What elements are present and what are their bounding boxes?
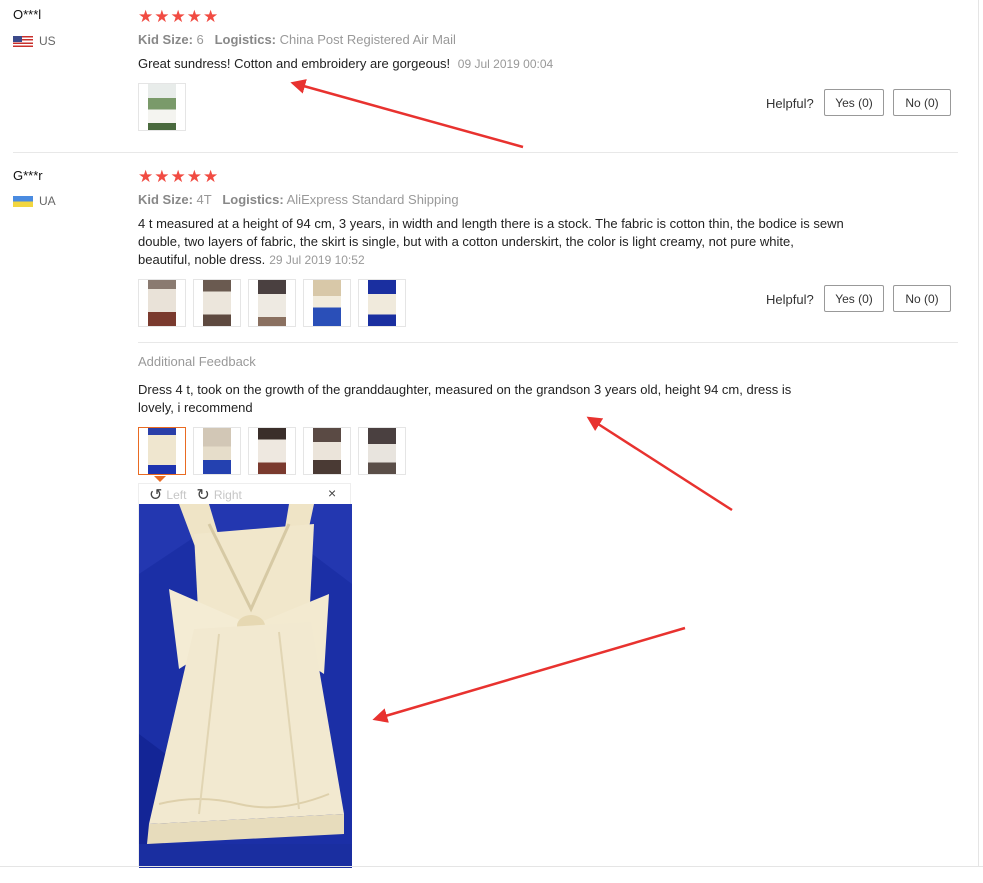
country-code: US	[39, 34, 56, 48]
additional-feedback-text: Dress 4 t, took on the growth of the gra…	[138, 381, 838, 417]
star-icon: ★	[154, 167, 170, 186]
logistics-label: Logistics:	[214, 32, 277, 47]
photo-image	[203, 428, 231, 474]
review-body: Great sundress! Cotton and embroidery ar…	[138, 55, 553, 73]
feedback-text-line: Dress 4 t, took on the growth of the gra…	[138, 382, 792, 397]
logistics-label: Logistics:	[222, 192, 284, 207]
viewer-toolbar: ↺ Left ↻ Right	[149, 486, 242, 504]
review-photo-thumb[interactable]	[138, 279, 186, 327]
annotation-arrow	[372, 626, 686, 723]
feedback-photo-thumb[interactable]	[303, 427, 351, 475]
reviewer-country: US	[13, 34, 56, 48]
feedback-photo-thumb-selected[interactable]	[138, 427, 186, 475]
size-label: Kid Size:	[138, 192, 193, 207]
star-icon: ★	[138, 7, 154, 26]
viewer-close-icon[interactable]: ×	[328, 485, 336, 501]
review-text-line: double, two layers of fabric, the skirt …	[138, 234, 794, 249]
scrollbar-track[interactable]	[978, 0, 979, 866]
annotation-arrow	[586, 416, 733, 512]
photo-image	[148, 428, 176, 474]
viewer-photo	[139, 504, 352, 868]
country-code: UA	[39, 194, 56, 208]
order-info: Kid Size: 4T Logistics: AliExpress Stand…	[138, 192, 459, 207]
review-photo-thumb[interactable]	[303, 279, 351, 327]
photo-image	[258, 428, 286, 474]
rotate-right-button[interactable]: Right	[214, 488, 242, 502]
photo-viewer: ↺ Left ↻ Right ×	[138, 483, 352, 868]
star-rating: ★★★★★	[138, 168, 219, 185]
helpful-label: Helpful?	[766, 292, 814, 307]
feedback-text-line: lovely, i recommend	[138, 400, 253, 415]
photo-image	[313, 428, 341, 474]
photo-image	[148, 280, 176, 326]
photo-image	[368, 428, 396, 474]
reviewer-name: O***l	[13, 7, 42, 22]
size-value: 6	[196, 32, 204, 47]
helpful-no-button[interactable]: No (0)	[893, 89, 951, 116]
review-photo-thumb[interactable]	[358, 279, 406, 327]
star-rating: ★★★★★	[138, 8, 219, 25]
review-date: 29 Jul 2019 10:52	[269, 253, 365, 267]
photo-image	[148, 84, 176, 130]
photo-image	[368, 280, 396, 326]
feedback-divider	[138, 342, 958, 343]
helpful-yes-button[interactable]: Yes (0)	[824, 285, 884, 312]
helpful-no-button[interactable]: No (0)	[893, 285, 951, 312]
rotate-left-icon[interactable]: ↺	[149, 485, 162, 505]
star-icon: ★	[138, 167, 154, 186]
review-photo-thumb[interactable]	[248, 279, 296, 327]
photo-image	[313, 280, 341, 326]
photo-image	[258, 280, 286, 326]
review-text-line: beautiful, noble dress.	[138, 252, 266, 267]
order-info: Kid Size: 6 Logistics: China Post Regist…	[138, 32, 456, 47]
star-icon: ★	[170, 7, 186, 26]
annotation-arrow	[290, 79, 524, 149]
rotate-left-button[interactable]: Left	[166, 488, 186, 502]
star-icon: ★	[203, 7, 219, 26]
feedback-photo-thumb[interactable]	[358, 427, 406, 475]
review-photo-thumb[interactable]	[138, 83, 186, 131]
bottom-border	[0, 866, 983, 867]
review-date: 09 Jul 2019 00:04	[457, 57, 554, 71]
review-photos	[138, 279, 406, 327]
review-divider	[13, 152, 958, 153]
us-flag-icon	[13, 35, 33, 47]
star-icon: ★	[170, 167, 186, 186]
logistics-value: China Post Registered Air Mail	[279, 32, 456, 47]
star-icon: ★	[203, 167, 219, 186]
ua-flag-icon	[13, 195, 33, 207]
review-photo-thumb[interactable]	[193, 279, 241, 327]
photo-image	[203, 280, 231, 326]
selected-pointer-icon	[154, 476, 166, 482]
star-icon: ★	[154, 7, 170, 26]
star-icon: ★	[186, 7, 202, 26]
star-icon: ★	[186, 167, 202, 186]
helpful-label: Helpful?	[766, 96, 814, 111]
logistics-value: AliExpress Standard Shipping	[286, 192, 459, 207]
size-value: 4T	[196, 192, 212, 207]
helpful-yes-button[interactable]: Yes (0)	[824, 89, 884, 116]
feedback-photo-thumb[interactable]	[248, 427, 296, 475]
review-text: Great sundress! Cotton and embroidery ar…	[138, 56, 451, 71]
feedback-photos	[138, 427, 406, 475]
feedback-photo-thumb[interactable]	[193, 427, 241, 475]
review-body: 4 t measured at a height of 94 cm, 3 yea…	[138, 215, 878, 269]
size-label: Kid Size:	[138, 32, 193, 47]
review-text-line: 4 t measured at a height of 94 cm, 3 yea…	[138, 216, 844, 231]
reviewer-country: UA	[13, 194, 56, 208]
reviewer-name: G***r	[13, 168, 43, 183]
rotate-right-icon[interactable]: ↻	[196, 485, 209, 505]
additional-feedback-label: Additional Feedback	[138, 354, 256, 369]
